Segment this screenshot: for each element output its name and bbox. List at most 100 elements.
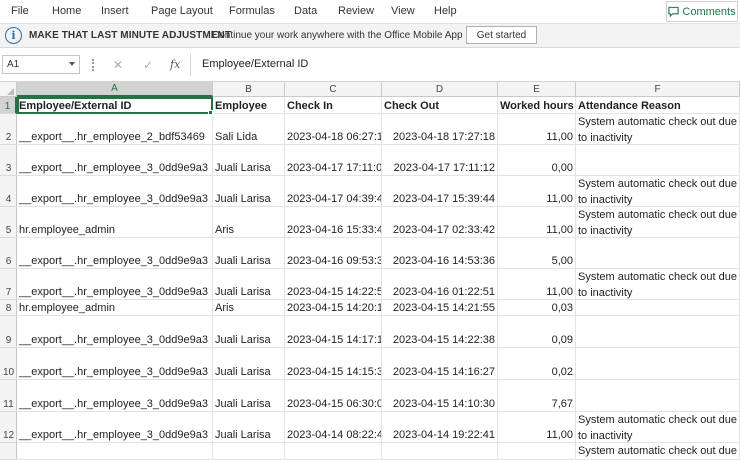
cell-check-out[interactable]: 2023-04-15 14:16:27	[382, 348, 498, 380]
cell-attendance-reason[interactable]	[576, 348, 740, 380]
column-header-f[interactable]: F	[576, 82, 740, 97]
row-header[interactable]: 9	[0, 316, 17, 348]
cell-check-in[interactable]: 2023-04-17 17:11:09	[285, 145, 382, 176]
cell-check-in[interactable]	[285, 443, 382, 460]
cell-attendance-reason[interactable]: System automatic check out due to inacti…	[576, 207, 740, 238]
cell-attendance-reason[interactable]	[576, 300, 740, 316]
cell-check-in[interactable]: 2023-04-15 14:17:11	[285, 316, 382, 348]
cell-check-out[interactable]: 2023-04-15 14:10:30	[382, 380, 498, 412]
cell-external-id[interactable]: __export__.hr_employee_3_0dd9e9a3	[17, 380, 213, 412]
row-header[interactable]: 2	[0, 114, 17, 145]
select-all-button[interactable]	[0, 82, 17, 97]
cell-check-in[interactable]: 2023-04-15 06:30:09	[285, 380, 382, 412]
cell-external-id[interactable]: __export__.hr_employee_3_0dd9e9a3	[17, 145, 213, 176]
cell-check-in[interactable]: 2023-04-17 04:39:44	[285, 176, 382, 207]
row-header[interactable]: 1	[0, 97, 17, 114]
cell-attendance-reason[interactable]: System automatic check out due to inacti…	[576, 269, 740, 300]
fill-handle[interactable]	[208, 110, 213, 115]
cancel-icon[interactable]: ✕	[108, 56, 128, 73]
cell-attendance-reason[interactable]: System automatic check out due to inacti…	[576, 114, 740, 145]
cell-worked-hours[interactable]: 0,00	[498, 145, 576, 176]
cell-worked-hours[interactable]: 11,00	[498, 176, 576, 207]
cell-external-id[interactable]: hr.employee_admin	[17, 207, 213, 238]
cell-check-in[interactable]: 2023-04-18 06:27:18	[285, 114, 382, 145]
comments-button[interactable]: Comments	[666, 1, 738, 22]
cell-check-in[interactable]: 2023-04-16 09:53:37	[285, 238, 382, 269]
cell-external-id[interactable]: hr.employee_admin	[17, 300, 213, 316]
cell-worked-hours[interactable]: 11,00	[498, 412, 576, 443]
cell-worked-hours[interactable]: 0,02	[498, 348, 576, 380]
row-header[interactable]: 10	[0, 348, 17, 380]
cell-attendance-reason[interactable]: System automatic check out due to inacti…	[576, 176, 740, 207]
cell-employee[interactable]: Juali Larisa	[213, 412, 285, 443]
cell-worked-hours[interactable]: 0,03	[498, 300, 576, 316]
cell-attendance-reason[interactable]: System automatic check out due	[576, 443, 740, 460]
cell-worked-hours[interactable]: 0,09	[498, 316, 576, 348]
enter-icon[interactable]: ✓	[138, 56, 158, 73]
cell-check-out[interactable]: 2023-04-14 19:22:41	[382, 412, 498, 443]
cell-check-out[interactable]: 2023-04-15 14:21:55	[382, 300, 498, 316]
cell-employee[interactable]	[213, 443, 285, 460]
menu-review[interactable]: Review	[338, 5, 374, 17]
cell-check-in[interactable]: 2023-04-15 14:22:51	[285, 269, 382, 300]
menu-data[interactable]: Data	[294, 5, 317, 17]
cell-external-id[interactable]: __export__.hr_employee_3_0dd9e9a3	[17, 238, 213, 269]
cell-check-out[interactable]: 2023-04-16 14:53:36	[382, 238, 498, 269]
cell-attendance-reason[interactable]	[576, 145, 740, 176]
cell-employee[interactable]: Aris	[213, 300, 285, 316]
cell-worked-hours[interactable]: 11,00	[498, 207, 576, 238]
cell-check-in[interactable]: 2023-04-14 08:22:41	[285, 412, 382, 443]
header-cell[interactable]: Attendance Reason	[576, 97, 740, 114]
cell-external-id[interactable]: __export__.hr_employee_3_0dd9e9a3	[17, 316, 213, 348]
menu-view[interactable]: View	[391, 5, 415, 17]
cell-employee[interactable]: Juali Larisa	[213, 348, 285, 380]
formula-input[interactable]: Employee/External ID	[202, 58, 308, 70]
menu-file[interactable]: File	[11, 5, 29, 17]
cell-attendance-reason[interactable]	[576, 316, 740, 348]
row-header[interactable]: 4	[0, 176, 17, 207]
cell-external-id[interactable]: __export__.hr_employee_3_0dd9e9a3	[17, 176, 213, 207]
drag-handle[interactable]	[92, 59, 94, 71]
menu-insert[interactable]: Insert	[101, 5, 129, 17]
row-header[interactable]: 11	[0, 380, 17, 412]
name-box[interactable]: A1	[2, 55, 80, 74]
cell-external-id[interactable]: __export__.hr_employee_3_0dd9e9a3	[17, 348, 213, 380]
cell-worked-hours[interactable]	[498, 443, 576, 460]
menu-home[interactable]: Home	[52, 5, 81, 17]
cell-employee[interactable]: Juali Larisa	[213, 380, 285, 412]
cell-external-id[interactable]: __export__.hr_employee_2_bdf53469	[17, 114, 213, 145]
cell-attendance-reason[interactable]: System automatic check out due to inacti…	[576, 412, 740, 443]
cell-external-id[interactable]: __export__.hr_employee_3_0dd9e9a3	[17, 269, 213, 300]
cell-employee[interactable]: Juali Larisa	[213, 238, 285, 269]
row-header[interactable]: 7	[0, 269, 17, 300]
column-header-a[interactable]: A	[17, 82, 213, 97]
cell-employee[interactable]: Juali Larisa	[213, 145, 285, 176]
cell-check-out[interactable]: 2023-04-15 14:22:38	[382, 316, 498, 348]
row-header[interactable]: 12	[0, 412, 17, 443]
cell-worked-hours[interactable]: 11,00	[498, 114, 576, 145]
cell-attendance-reason[interactable]	[576, 238, 740, 269]
cell-check-out[interactable]: 2023-04-18 17:27:18	[382, 114, 498, 145]
row-header[interactable]: 6	[0, 238, 17, 269]
column-header-b[interactable]: B	[213, 82, 285, 97]
cell-check-out[interactable]	[382, 443, 498, 460]
row-header[interactable]: 8	[0, 300, 17, 316]
chevron-down-icon[interactable]	[69, 62, 75, 66]
column-header-e[interactable]: E	[498, 82, 576, 97]
row-header[interactable]: 5	[0, 207, 17, 238]
cell-attendance-reason[interactable]	[576, 380, 740, 412]
header-cell[interactable]: Worked hours	[498, 97, 576, 114]
cell-check-out[interactable]: 2023-04-17 17:11:12	[382, 145, 498, 176]
cell-external-id[interactable]	[17, 443, 213, 460]
cell-check-out[interactable]: 2023-04-16 01:22:51	[382, 269, 498, 300]
cell-external-id[interactable]: __export__.hr_employee_3_0dd9e9a3	[17, 412, 213, 443]
cell-employee[interactable]: Sali Lida	[213, 114, 285, 145]
row-header[interactable]	[0, 443, 17, 460]
cell-employee[interactable]: Juali Larisa	[213, 176, 285, 207]
cell-employee[interactable]: Aris	[213, 207, 285, 238]
row-header[interactable]: 3	[0, 145, 17, 176]
get-started-button[interactable]: Get started	[466, 26, 537, 44]
header-cell[interactable]: Check In	[285, 97, 382, 114]
menu-help[interactable]: Help	[434, 5, 457, 17]
cell-check-in[interactable]: 2023-04-15 14:20:19	[285, 300, 382, 316]
